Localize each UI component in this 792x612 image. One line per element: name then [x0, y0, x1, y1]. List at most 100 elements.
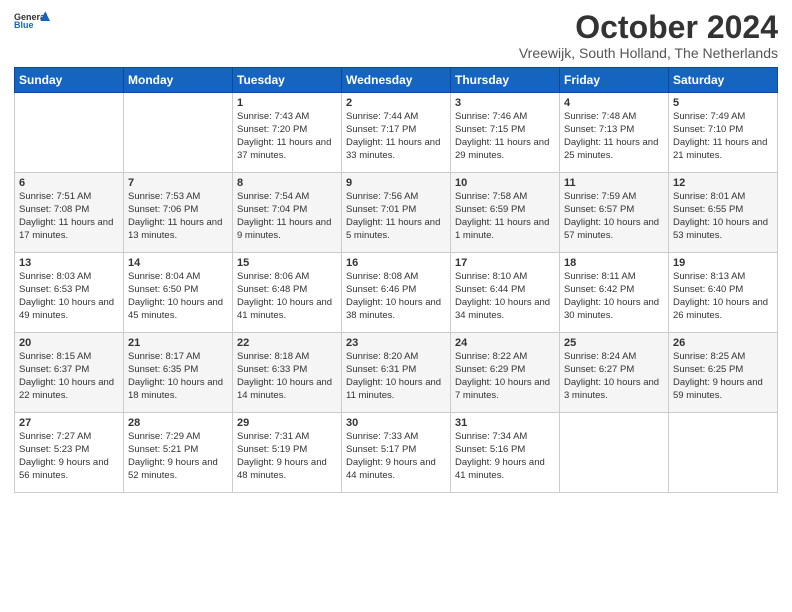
week-row-1: 1 Sunrise: 7:43 AM Sunset: 7:20 PM Daylig… — [15, 93, 778, 173]
day-number: 13 — [19, 257, 119, 269]
day-number: 11 — [564, 177, 664, 189]
header: General Blue October 2024 Vreewijk, Sout… — [14, 10, 778, 61]
header-row: SundayMondayTuesdayWednesdayThursdayFrid… — [15, 68, 778, 93]
day-info: Sunrise: 8:08 AM Sunset: 6:46 PM Dayligh… — [346, 271, 446, 322]
week-row-4: 20Sunrise: 8:15 AM Sunset: 6:37 PM Dayli… — [15, 333, 778, 413]
calendar-table: SundayMondayTuesdayWednesdayThursdayFrid… — [14, 67, 778, 493]
week-row-3: 13 Sunrise: 8:03 AM Sunset: 6:53 PM Dayli… — [15, 253, 778, 333]
day-number: 23 — [346, 337, 446, 349]
day-number: 20 — [19, 337, 119, 349]
day-info: Sunrise: 7:43 AM Sunset: 7:20 PM Dayligh… — [237, 111, 337, 162]
day-info: Sunrise: 8:25 AM Sunset: 6:25 PM Dayligh… — [673, 351, 773, 402]
location: Vreewijk, South Holland, The Netherlands — [519, 45, 778, 61]
day-info: Sunrise: 7:34 AM Sunset: 5:16 PM Dayligh… — [455, 431, 555, 482]
day-info: Sunrise: 8:18 AM Sunset: 6:33 PM Dayligh… — [237, 351, 337, 402]
day-number: 15 — [237, 257, 337, 269]
day-number: 14 — [128, 257, 228, 269]
day-number: 22 — [237, 337, 337, 349]
day-info: Sunrise: 8:20 AM Sunset: 6:31 PM Dayligh… — [346, 351, 446, 402]
day-cell: 29 Sunrise: 7:31 AM Sunset: 5:19 PM Dayli… — [233, 413, 342, 493]
day-cell: 18 Sunrise: 8:11 AM Sunset: 6:42 PM Dayli… — [560, 253, 669, 333]
day-info: Sunrise: 8:13 AM Sunset: 6:40 PM Dayligh… — [673, 271, 773, 322]
day-info: Sunrise: 7:53 AM Sunset: 7:06 PM Dayligh… — [128, 191, 228, 242]
day-number: 5 — [673, 97, 773, 109]
day-info: Sunrise: 8:17 AM Sunset: 6:35 PM Dayligh… — [128, 351, 228, 402]
day-cell: 16 Sunrise: 8:08 AM Sunset: 6:46 PM Dayli… — [342, 253, 451, 333]
day-cell: 4 Sunrise: 7:48 AM Sunset: 7:13 PM Daylig… — [560, 93, 669, 173]
day-cell: 2 Sunrise: 7:44 AM Sunset: 7:17 PM Daylig… — [342, 93, 451, 173]
day-cell: 14Sunrise: 8:04 AM Sunset: 6:50 PM Dayli… — [124, 253, 233, 333]
week-row-2: 6 Sunrise: 7:51 AM Sunset: 7:08 PM Daylig… — [15, 173, 778, 253]
day-cell: 10Sunrise: 7:58 AM Sunset: 6:59 PM Dayli… — [451, 173, 560, 253]
day-info: Sunrise: 7:29 AM Sunset: 5:21 PM Dayligh… — [128, 431, 228, 482]
day-header-wednesday: Wednesday — [342, 68, 451, 93]
day-info: Sunrise: 8:03 AM Sunset: 6:53 PM Dayligh… — [19, 271, 119, 322]
day-info: Sunrise: 7:27 AM Sunset: 5:23 PM Dayligh… — [19, 431, 119, 482]
day-info: Sunrise: 8:22 AM Sunset: 6:29 PM Dayligh… — [455, 351, 555, 402]
day-info: Sunrise: 8:01 AM Sunset: 6:55 PM Dayligh… — [673, 191, 773, 242]
day-info: Sunrise: 7:31 AM Sunset: 5:19 PM Dayligh… — [237, 431, 337, 482]
title-block: October 2024 Vreewijk, South Holland, Th… — [519, 10, 778, 61]
day-cell — [124, 93, 233, 173]
week-row-5: 27 Sunrise: 7:27 AM Sunset: 5:23 PM Dayli… — [15, 413, 778, 493]
day-number: 4 — [564, 97, 664, 109]
day-header-monday: Monday — [124, 68, 233, 93]
day-header-tuesday: Tuesday — [233, 68, 342, 93]
day-number: 31 — [455, 417, 555, 429]
day-cell: 12 Sunrise: 8:01 AM Sunset: 6:55 PM Dayli… — [669, 173, 778, 253]
day-cell: 21 Sunrise: 8:17 AM Sunset: 6:35 PM Dayli… — [124, 333, 233, 413]
day-cell — [15, 93, 124, 173]
day-info: Sunrise: 8:24 AM Sunset: 6:27 PM Dayligh… — [564, 351, 664, 402]
day-info: Sunrise: 7:58 AM Sunset: 6:59 PM Dayligh… — [455, 191, 555, 242]
day-cell — [560, 413, 669, 493]
page: General Blue October 2024 Vreewijk, Sout… — [0, 0, 792, 612]
day-cell: 19Sunrise: 8:13 AM Sunset: 6:40 PM Dayli… — [669, 253, 778, 333]
day-info: Sunrise: 8:06 AM Sunset: 6:48 PM Dayligh… — [237, 271, 337, 322]
day-header-friday: Friday — [560, 68, 669, 93]
day-info: Sunrise: 7:54 AM Sunset: 7:04 PM Dayligh… — [237, 191, 337, 242]
day-cell: 25 Sunrise: 8:24 AM Sunset: 6:27 PM Dayli… — [560, 333, 669, 413]
day-number: 9 — [346, 177, 446, 189]
day-number: 16 — [346, 257, 446, 269]
day-cell: 20Sunrise: 8:15 AM Sunset: 6:37 PM Dayli… — [15, 333, 124, 413]
logo-svg: General Blue — [14, 10, 50, 32]
day-number: 21 — [128, 337, 228, 349]
month-title: October 2024 — [519, 10, 778, 45]
day-cell: 27 Sunrise: 7:27 AM Sunset: 5:23 PM Dayli… — [15, 413, 124, 493]
day-number: 25 — [564, 337, 664, 349]
day-cell: 31 Sunrise: 7:34 AM Sunset: 5:16 PM Dayli… — [451, 413, 560, 493]
day-number: 27 — [19, 417, 119, 429]
day-number: 29 — [237, 417, 337, 429]
day-cell: 22 Sunrise: 8:18 AM Sunset: 6:33 PM Dayli… — [233, 333, 342, 413]
day-number: 7 — [128, 177, 228, 189]
day-header-thursday: Thursday — [451, 68, 560, 93]
day-header-saturday: Saturday — [669, 68, 778, 93]
day-number: 3 — [455, 97, 555, 109]
day-cell: 13 Sunrise: 8:03 AM Sunset: 6:53 PM Dayli… — [15, 253, 124, 333]
day-number: 1 — [237, 97, 337, 109]
day-number: 12 — [673, 177, 773, 189]
day-number: 24 — [455, 337, 555, 349]
day-cell: 6 Sunrise: 7:51 AM Sunset: 7:08 PM Daylig… — [15, 173, 124, 253]
day-info: Sunrise: 7:49 AM Sunset: 7:10 PM Dayligh… — [673, 111, 773, 162]
day-number: 18 — [564, 257, 664, 269]
day-info: Sunrise: 7:51 AM Sunset: 7:08 PM Dayligh… — [19, 191, 119, 242]
day-cell: 15 Sunrise: 8:06 AM Sunset: 6:48 PM Dayli… — [233, 253, 342, 333]
day-number: 6 — [19, 177, 119, 189]
day-cell: 5 Sunrise: 7:49 AM Sunset: 7:10 PM Daylig… — [669, 93, 778, 173]
day-number: 2 — [346, 97, 446, 109]
day-cell: 26Sunrise: 8:25 AM Sunset: 6:25 PM Dayli… — [669, 333, 778, 413]
day-cell — [669, 413, 778, 493]
day-info: Sunrise: 7:46 AM Sunset: 7:15 PM Dayligh… — [455, 111, 555, 162]
day-cell: 9Sunrise: 7:56 AM Sunset: 7:01 PM Daylig… — [342, 173, 451, 253]
day-info: Sunrise: 7:48 AM Sunset: 7:13 PM Dayligh… — [564, 111, 664, 162]
svg-text:Blue: Blue — [14, 20, 34, 30]
day-info: Sunrise: 8:11 AM Sunset: 6:42 PM Dayligh… — [564, 271, 664, 322]
day-cell: 11 Sunrise: 7:59 AM Sunset: 6:57 PM Dayli… — [560, 173, 669, 253]
day-cell: 23 Sunrise: 8:20 AM Sunset: 6:31 PM Dayli… — [342, 333, 451, 413]
day-cell: 1 Sunrise: 7:43 AM Sunset: 7:20 PM Daylig… — [233, 93, 342, 173]
day-header-sunday: Sunday — [15, 68, 124, 93]
day-info: Sunrise: 7:59 AM Sunset: 6:57 PM Dayligh… — [564, 191, 664, 242]
day-cell: 8Sunrise: 7:54 AM Sunset: 7:04 PM Daylig… — [233, 173, 342, 253]
day-info: Sunrise: 7:44 AM Sunset: 7:17 PM Dayligh… — [346, 111, 446, 162]
